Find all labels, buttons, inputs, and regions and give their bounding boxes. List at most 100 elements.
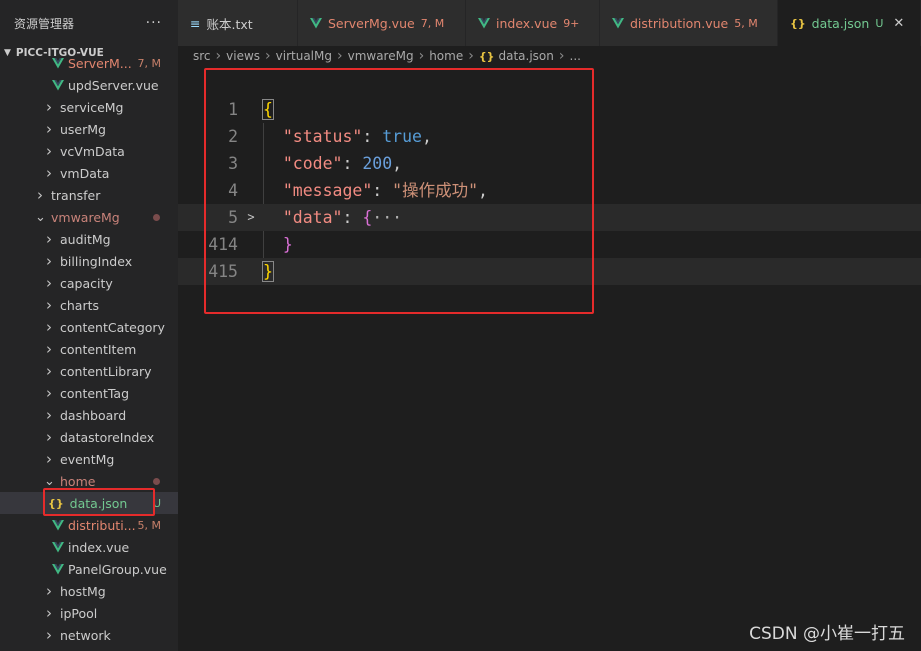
tree-item-label: auditMg	[60, 231, 111, 247]
chevron-right-icon: ›	[468, 48, 474, 64]
tree-item[interactable]: › auditMg	[0, 228, 178, 250]
tree-item[interactable]: › capacity	[0, 272, 178, 294]
chevron-right-icon: ›	[46, 626, 52, 644]
tree-item[interactable]: › ipPool	[0, 602, 178, 624]
tree-item[interactable]: › vcVmData	[0, 140, 178, 162]
tree-item-label: vcVmData	[60, 143, 125, 159]
chevron-right-icon: ›	[46, 230, 52, 248]
tree-item[interactable]: › dashboard	[0, 404, 178, 426]
tree-item-label: charts	[60, 297, 100, 313]
tree-item-label: contentItem	[60, 341, 137, 357]
chevron-right-icon: ›	[418, 48, 425, 64]
chevron-right-icon: ›	[265, 48, 271, 64]
chevron-right-icon: ›	[46, 296, 52, 314]
vue-file-icon	[52, 57, 64, 69]
tree-item[interactable]: PanelGroup.vue	[0, 558, 178, 580]
tree-item[interactable]: › hostMg	[0, 580, 178, 602]
chevron-right-icon: ›	[46, 164, 52, 182]
tree-item-label: home	[60, 473, 96, 489]
tree-item[interactable]: index.vue	[0, 536, 178, 558]
explorer-sidebar: 资源管理器 ··· ▼ PICC-ITGO-VUE ServerM... 7, M…	[0, 0, 178, 651]
chevron-right-icon: ›	[46, 604, 52, 622]
chevron-right-icon: ›	[46, 362, 52, 380]
tab-index-vue[interactable]: index.vue 9+	[466, 0, 600, 46]
chevron-right-icon: ›	[215, 48, 222, 64]
chevron-right-icon: ›	[46, 582, 52, 600]
tree-item-label: datastoreIndex	[60, 429, 155, 445]
modified-dot-icon	[153, 213, 160, 221]
tab-status-badge: 9+	[563, 16, 580, 30]
chevron-down-icon: ⌄	[35, 209, 46, 225]
highlight-box	[204, 68, 594, 314]
json-file-icon: {}	[790, 16, 806, 30]
tree-item[interactable]: distributi... 5, M	[0, 514, 178, 536]
tree-item[interactable]: › billingIndex	[0, 250, 178, 272]
tree-item[interactable]: › eventMg	[0, 448, 178, 470]
tree-item[interactable]: › charts	[0, 294, 178, 316]
breadcrumb-item[interactable]: views	[226, 49, 260, 63]
vue-file-icon	[52, 519, 64, 531]
chevron-right-icon: ›	[46, 450, 52, 468]
json-file-icon: {}	[478, 49, 495, 63]
breadcrumb-item[interactable]: ...	[570, 49, 581, 63]
breadcrumb-item[interactable]: virtualMg	[276, 49, 332, 63]
tree-item-label: billingIndex	[60, 253, 133, 269]
tab-txt[interactable]: ≡ 账本.txt	[178, 0, 298, 46]
tree-item[interactable]: › network	[0, 624, 178, 646]
tree-item-label: userMg	[60, 121, 106, 137]
breadcrumb-item[interactable]: src	[193, 49, 211, 63]
tree-item-label: serviceMg	[60, 99, 124, 115]
explorer-title: 资源管理器	[14, 16, 75, 31]
tab-label: data.json	[811, 15, 870, 31]
tree-item-label: network	[60, 627, 111, 643]
chevron-right-icon: ›	[46, 406, 52, 424]
tree-item[interactable]: › serviceMg	[0, 96, 178, 118]
close-icon[interactable]: ✕	[893, 16, 904, 31]
tree-item-label: hostMg	[60, 583, 106, 599]
selection-highlight-box	[43, 488, 155, 516]
tree-item-label: dashboard	[60, 407, 127, 423]
breadcrumb-item[interactable]: data.json	[499, 49, 554, 63]
tab-label: distribution.vue	[630, 15, 729, 31]
tree-item[interactable]: ⌄ vmwareMg	[0, 206, 178, 228]
chevron-right-icon: ›	[558, 48, 565, 64]
tab-label: ServerMg.vue	[328, 15, 415, 31]
tree-item[interactable]: updServer.vue	[0, 74, 178, 96]
more-actions-icon[interactable]: ···	[146, 15, 162, 31]
tab-label: 账本.txt	[206, 16, 253, 32]
tab-data-json[interactable]: {} data.json U ✕	[778, 0, 921, 46]
tree-item[interactable]: › datastoreIndex	[0, 426, 178, 448]
tree-item[interactable]: › vmData	[0, 162, 178, 184]
tree-item-label: updServer.vue	[68, 77, 159, 93]
chevron-right-icon: ›	[336, 48, 343, 64]
chevron-right-icon: ›	[37, 186, 43, 204]
tree-item[interactable]: › contentCategory	[0, 316, 178, 338]
tree-item[interactable]: › contentLibrary	[0, 360, 178, 382]
tab-status-badge: 5, M	[734, 16, 758, 30]
tree-item-label: transfer	[51, 187, 101, 203]
tree-item-label: contentTag	[60, 385, 130, 401]
vue-file-icon	[52, 79, 64, 91]
chevron-right-icon: ›	[46, 98, 52, 116]
chevron-right-icon: ›	[46, 120, 52, 138]
breadcrumb: src › views › virtualMg › vmwareMg › home › {} data…	[178, 46, 921, 66]
breadcrumb-item[interactable]: vmwareMg	[348, 49, 414, 63]
vue-file-icon	[310, 17, 322, 29]
breadcrumb-item[interactable]: home	[429, 49, 463, 63]
tree-item-label: PanelGroup.vue	[68, 561, 167, 577]
tree-item[interactable]: › transfer	[0, 184, 178, 206]
tree-item[interactable]: ServerM... 7, M	[0, 52, 178, 74]
tree-item[interactable]: › contentTag	[0, 382, 178, 404]
tab-distribution-vue[interactable]: distribution.vue 5, M	[600, 0, 778, 46]
tree-item[interactable]: › contentItem	[0, 338, 178, 360]
tree-item-label: ServerM...	[68, 55, 132, 71]
tree-item[interactable]: › userMg	[0, 118, 178, 140]
tab-status-badge: 7, M	[420, 16, 445, 30]
tree-item-label: contentLibrary	[60, 363, 152, 379]
tree-item-label: eventMg	[60, 451, 115, 467]
watermark: CSDN @小崔一打五	[749, 624, 905, 644]
chevron-right-icon: ›	[46, 384, 52, 402]
tree-item-label: ipPool	[60, 605, 98, 621]
chevron-down-icon: ⌄	[44, 473, 55, 489]
tab-servermg-vue[interactable]: ServerMg.vue 7, M	[298, 0, 466, 46]
